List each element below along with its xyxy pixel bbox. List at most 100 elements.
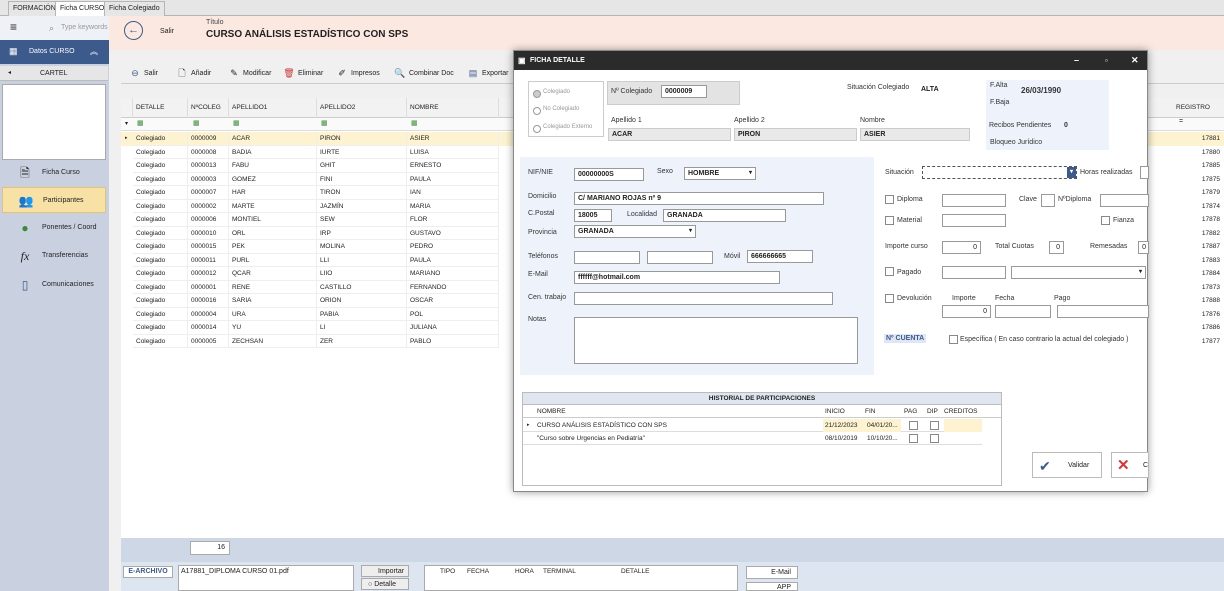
horas-field[interactable] [1140, 166, 1149, 179]
fianza-checkbox[interactable] [1101, 216, 1110, 225]
email-button[interactable]: E-Mail [746, 566, 798, 579]
print-button[interactable]: ✐ Impresos [336, 66, 380, 82]
provincia-select[interactable]: GRANADA ▾ [574, 225, 696, 238]
add-button[interactable]: 🗋 Añadir [176, 66, 211, 82]
situacion-select[interactable]: ▾ [922, 166, 1077, 179]
table-cell: MARTE [229, 199, 317, 213]
tab-ficha-curso[interactable]: Ficha CURSO [55, 1, 110, 16]
dip-checkbox[interactable] [930, 421, 939, 430]
app-button[interactable]: APP [746, 582, 798, 591]
close-icon[interactable]: ✕ [1131, 51, 1139, 70]
table-cell: Colegiado [133, 321, 188, 335]
table-cell: PAULA [407, 172, 499, 186]
ap2-field[interactable]: PIRON [734, 128, 857, 141]
tab-ficha-colegiado[interactable]: Ficha Colegiado [104, 1, 165, 16]
radio-externo[interactable] [533, 125, 541, 133]
col-detalle[interactable]: DETALLE [133, 98, 188, 118]
movil-field[interactable]: 666666665 [747, 250, 813, 263]
historial-row[interactable]: "Curso sobre Urgencias en Pediatría" 08/… [523, 432, 982, 445]
cartel-header[interactable]: ◂ CARTEL [0, 66, 108, 81]
remesadas-field[interactable]: 0 [1138, 241, 1149, 254]
pagado-checkbox[interactable] [885, 267, 894, 276]
sidebar-item-ficha-curso[interactable]: 🗎 Ficha Curso [2, 160, 106, 186]
pago-field[interactable] [1057, 305, 1149, 318]
file-list[interactable]: A17881_DIPLOMA CURSO 01.pdf [178, 565, 354, 591]
col-apellido1[interactable]: APELLIDO1 [229, 98, 317, 118]
ncuenta-label: Nº CUENTA [884, 334, 927, 343]
localidad-field[interactable]: GRANADA [663, 209, 786, 222]
sexo-select[interactable]: HOMBRE ▾ [684, 167, 756, 180]
col-apellido2[interactable]: APELLIDO2 [317, 98, 407, 118]
nombre-field[interactable]: ASIER [860, 128, 970, 141]
file-item[interactable]: A17881_DIPLOMA CURSO 01.pdf [181, 568, 289, 575]
search-input[interactable]: Type keywords [61, 24, 108, 31]
export-button[interactable]: ▤ Exportar [467, 66, 509, 82]
modify-button[interactable]: ✎ Modificar [228, 66, 271, 82]
diploma-checkbox[interactable] [885, 195, 894, 204]
pagado-select[interactable]: ▾ [1011, 266, 1146, 279]
domicilio-field[interactable]: C/ MARIANO ROJAS nº 9 [574, 192, 824, 205]
salir-button[interactable]: ⊖ Salir [129, 66, 158, 82]
pagado-field[interactable] [942, 266, 1006, 279]
sidebar-item-transferencias[interactable]: fx Transferencias [2, 243, 106, 269]
total-cuotas-label: Total Cuotas [995, 243, 1034, 250]
telefono2-field[interactable] [647, 251, 713, 264]
ndiploma-field[interactable] [1100, 194, 1149, 207]
email-field[interactable]: ffffff@hotmail.com [574, 271, 780, 284]
historial-row[interactable]: ▸ CURSO ANÁLISIS ESTADÍSTICO CON SPS 21/… [523, 419, 982, 432]
total-cuotas-field[interactable]: 0 [1049, 241, 1064, 254]
hamburger-icon[interactable]: ≡ [10, 20, 17, 34]
notas-field[interactable] [574, 317, 858, 364]
filter-icon[interactable]: ▦ [321, 119, 328, 127]
fecha-field[interactable] [995, 305, 1051, 318]
maximize-icon[interactable]: ▫ [1105, 51, 1108, 70]
back-arrow-icon[interactable]: ← [124, 21, 143, 40]
table-cell-registro: 17887 [1201, 243, 1220, 250]
clave-field[interactable] [1041, 194, 1055, 207]
telefono1-field[interactable] [574, 251, 640, 264]
collapse-icon[interactable]: ︽ [90, 46, 98, 57]
material-field[interactable] [942, 214, 1006, 227]
pag-checkbox[interactable] [909, 421, 918, 430]
nif-field[interactable]: 00000000S [574, 168, 644, 181]
sidebar-item-ponentes[interactable]: ● Ponentes / Coord [2, 215, 106, 241]
cp-field[interactable]: 18005 [574, 209, 612, 222]
ncol-field[interactable]: 0000009 [661, 85, 707, 98]
filter-icon[interactable]: ▦ [233, 119, 240, 127]
combine-button[interactable]: 🔍 Combinar Doc [394, 66, 453, 82]
validar-button[interactable]: ✔ Validar [1032, 452, 1102, 478]
table-cell: 0000011 [188, 253, 229, 267]
col-registro[interactable]: REGISTRO [1173, 98, 1224, 118]
col-ncoleg[interactable]: NºCOLEG [188, 98, 229, 118]
radio-colegiado[interactable] [533, 90, 541, 98]
diploma-field[interactable] [942, 194, 1006, 207]
importe-curso-field[interactable]: 0 [942, 241, 981, 254]
filter-icon[interactable]: ▦ [137, 119, 144, 127]
dip-checkbox[interactable] [930, 434, 939, 443]
ap1-field[interactable]: ACAR [608, 128, 731, 141]
cancel-button[interactable]: ✕ C [1111, 452, 1149, 478]
sidebar-item-comunicaciones[interactable]: ▯ Comunicaciones [2, 272, 106, 298]
delete-button[interactable]: 🗑 Eliminar [283, 66, 323, 82]
exit-label[interactable]: Salir [160, 28, 174, 35]
log-col: TIPO [440, 568, 456, 575]
pag-checkbox[interactable] [909, 434, 918, 443]
filter-equals-icon[interactable]: = [1179, 118, 1183, 125]
import-button[interactable]: Importar [361, 565, 409, 577]
tab-formacion[interactable]: FORMACIÓN [8, 1, 61, 16]
detail-button[interactable]: ○ Detalle [361, 578, 409, 590]
especifica-checkbox[interactable] [949, 335, 958, 344]
minimize-icon[interactable]: – [1074, 51, 1079, 70]
sidebar-item-participantes[interactable]: 👥 Participantes [2, 187, 106, 213]
col-nombre[interactable]: NOMBRE [407, 98, 499, 118]
radio-no-colegiado[interactable] [533, 107, 541, 115]
material-checkbox[interactable] [885, 216, 894, 225]
cen-trabajo-field[interactable] [574, 292, 833, 305]
filter-icon[interactable]: ▦ [193, 119, 200, 127]
filter-icon[interactable]: ▦ [411, 119, 418, 127]
devolucion-checkbox[interactable] [885, 294, 894, 303]
validar-label: Validar [1068, 462, 1090, 469]
hist-col: INICIO [825, 408, 845, 415]
importe-field[interactable]: 0 [942, 305, 991, 318]
table-cell: Colegiado [133, 307, 188, 321]
